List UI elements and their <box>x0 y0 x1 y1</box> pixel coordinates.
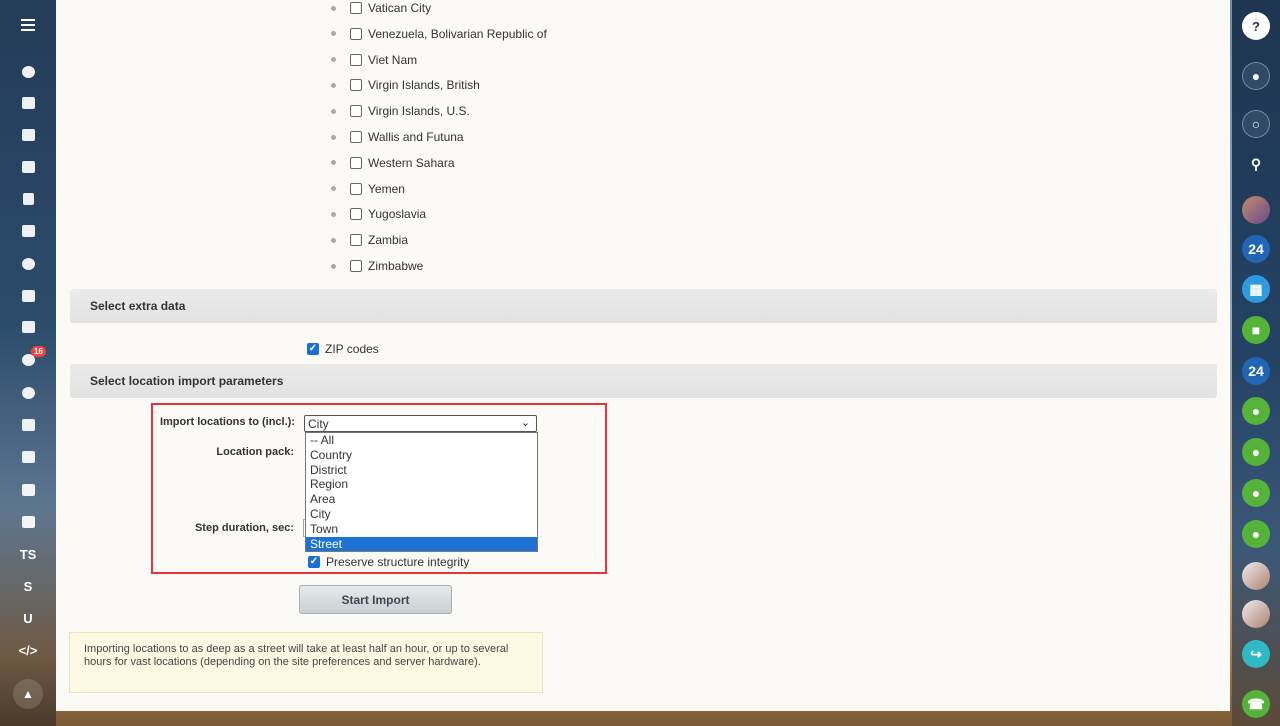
country-label: Venezuela, Bolivarian Republic of <box>368 26 547 41</box>
calendar-icon[interactable]: ▦ <box>1242 275 1270 303</box>
nav-item-u[interactable]: U <box>0 603 56 633</box>
mail-icon[interactable] <box>0 281 56 311</box>
bullet-icon <box>331 263 336 269</box>
country-item[interactable]: Zambia <box>331 230 408 250</box>
cube-icon[interactable] <box>0 507 56 537</box>
country-checkbox[interactable] <box>350 234 362 247</box>
country-label: Western Sahara <box>368 155 455 170</box>
highlight-frame <box>151 403 607 574</box>
right-sidebar: ? ● ○ ⚲ 24 ▦ ■ 24 ● ● ● ● ↪ ☎ <box>1232 0 1280 726</box>
country-checkbox[interactable] <box>350 27 362 40</box>
target-icon[interactable] <box>0 378 56 408</box>
lock-icon[interactable]: ■ <box>1242 316 1270 344</box>
group-chat-icon[interactable]: ● <box>1242 397 1270 425</box>
chat-icon[interactable] <box>0 120 56 150</box>
section-import-params: Select location import parameters <box>70 364 1217 398</box>
country-item[interactable]: Zimbabwe <box>331 256 423 276</box>
group-chat-icon-3[interactable]: ● <box>1242 479 1270 507</box>
bullet-icon <box>331 31 336 37</box>
country-checkbox[interactable] <box>350 260 362 272</box>
bullet-icon <box>331 134 336 140</box>
country-checkbox[interactable] <box>350 156 362 169</box>
country-label: Virgin Islands, British <box>368 78 480 93</box>
document-icon[interactable] <box>0 184 56 214</box>
bullet-icon <box>331 160 336 166</box>
contact-card-icon[interactable] <box>0 442 56 472</box>
bitrix24-icon[interactable]: 24 <box>1242 235 1270 263</box>
group-chat-icon-2[interactable]: ● <box>1242 438 1270 466</box>
country-item[interactable]: Yugoslavia <box>331 204 426 224</box>
info-note: Importing locations to as deep as a stre… <box>69 632 543 693</box>
country-item[interactable]: Virgin Islands, British <box>331 75 480 95</box>
start-import-button[interactable]: Start Import <box>299 585 452 614</box>
zip-codes-label: ZIP codes <box>325 342 379 356</box>
bullet-icon <box>331 108 336 114</box>
menu-burger-icon[interactable] <box>0 10 56 40</box>
country-checkbox[interactable] <box>350 79 362 92</box>
country-label: Vatican City <box>368 1 432 15</box>
bitrix24-icon-2[interactable]: 24 <box>1242 357 1270 385</box>
country-checkbox[interactable] <box>350 105 362 118</box>
main-content: Vatican City Venezuela, Bolivarian Republ… <box>56 0 1230 711</box>
country-checkbox[interactable] <box>350 208 362 221</box>
search-icon[interactable]: ⚲ <box>1242 150 1270 178</box>
crm-funnel-icon[interactable]: 16 <box>0 345 56 375</box>
bell-icon[interactable]: ● <box>1242 62 1270 90</box>
nav-item-ts[interactable]: TS <box>0 539 56 569</box>
zip-codes-option[interactable]: ✓ ZIP codes <box>307 342 379 356</box>
code-icon[interactable]: </> <box>0 635 56 665</box>
messages-icon[interactable]: ○ <box>1242 110 1270 138</box>
exit-icon[interactable]: ↪ <box>1242 640 1270 668</box>
bullet-icon <box>331 82 336 88</box>
bullet-icon <box>331 186 336 192</box>
country-item[interactable]: Virgin Islands, U.S. <box>331 101 470 121</box>
country-label: Zambia <box>368 233 409 248</box>
nav-item-s[interactable]: S <box>0 571 56 601</box>
bullet-icon <box>331 237 336 243</box>
country-label: Yemen <box>368 181 405 196</box>
zip-codes-checkbox[interactable]: ✓ <box>307 343 319 355</box>
country-item[interactable]: Wallis and Futuna <box>331 127 464 147</box>
calendar-icon[interactable] <box>0 152 56 182</box>
country-label: Wallis and Futuna <box>368 130 464 144</box>
section-extra-data: Select extra data <box>70 289 1217 323</box>
group-chat-icon-4[interactable]: ● <box>1242 520 1270 548</box>
cart-icon[interactable] <box>0 410 56 440</box>
bullet-icon <box>331 57 336 63</box>
left-sidebar: 16 TS S U </> ▲ <box>0 0 56 726</box>
user-avatar[interactable] <box>1242 196 1270 224</box>
box-icon[interactable] <box>0 475 56 505</box>
contact-avatar-2[interactable] <box>1242 600 1270 628</box>
groups-icon[interactable] <box>0 249 56 279</box>
country-label: Zimbabwe <box>368 259 424 273</box>
country-item[interactable]: Vatican City <box>331 0 431 18</box>
country-checkbox[interactable] <box>350 53 362 66</box>
country-checkbox[interactable] <box>350 2 362 14</box>
drive-icon[interactable] <box>0 216 56 246</box>
bullet-icon <box>331 211 336 217</box>
country-label: Viet Nam <box>368 52 418 67</box>
phone-icon[interactable]: ☎ <box>1242 690 1270 718</box>
country-checkbox[interactable] <box>350 131 362 143</box>
country-label: Yugoslavia <box>368 207 427 222</box>
tasks-icon[interactable] <box>0 88 56 118</box>
contact-avatar[interactable] <box>1242 562 1270 590</box>
feed-icon[interactable] <box>0 57 56 87</box>
country-item[interactable]: Western Sahara <box>331 153 455 173</box>
country-item[interactable]: Yemen <box>331 179 405 199</box>
notification-badge: 16 <box>31 346 46 357</box>
country-item[interactable]: Viet Nam <box>331 50 417 70</box>
help-icon[interactable]: ? <box>1242 12 1270 40</box>
country-checkbox[interactable] <box>350 182 362 195</box>
country-item[interactable]: Venezuela, Bolivarian Republic of <box>331 24 547 44</box>
bullet-icon <box>331 5 336 11</box>
scroll-up-icon[interactable]: ▲ <box>13 679 43 709</box>
country-label: Virgin Islands, U.S. <box>368 104 470 119</box>
checklist-icon[interactable] <box>0 312 56 342</box>
